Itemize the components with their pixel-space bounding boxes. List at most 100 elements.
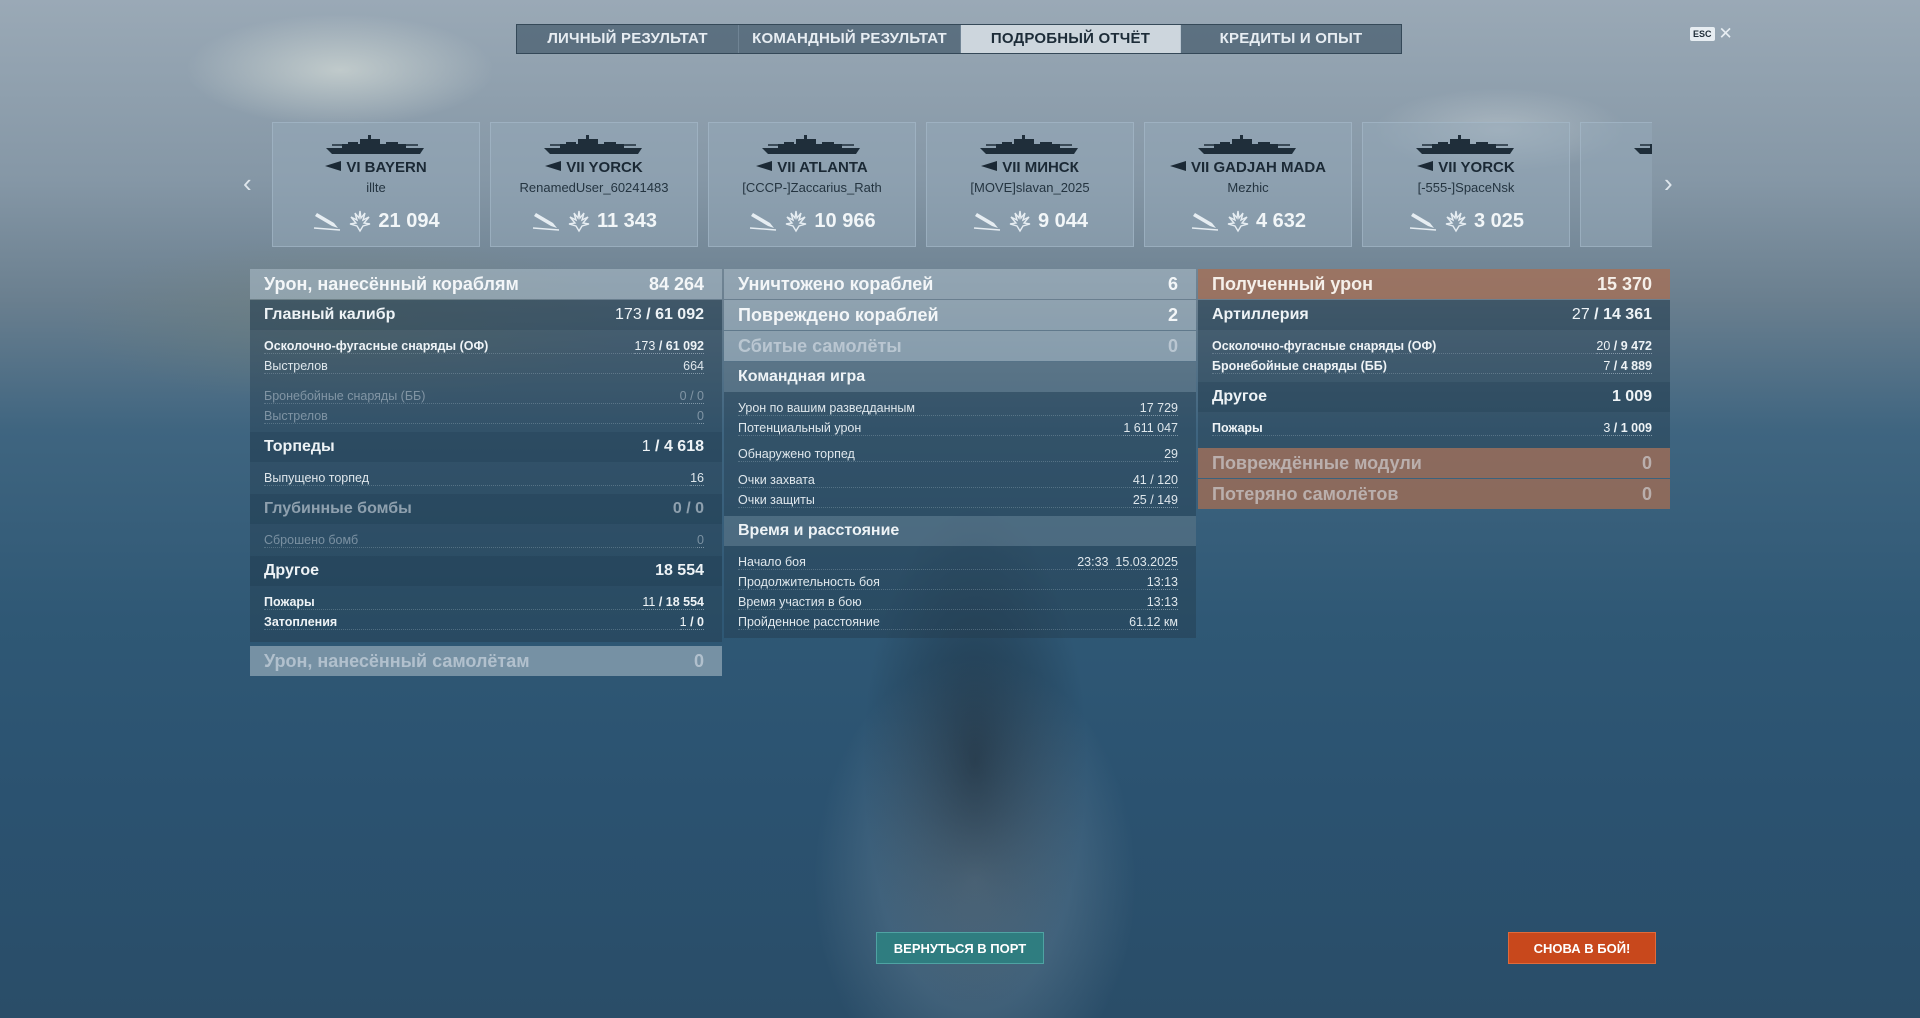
planes-lost-label: Потеряно самолётов — [1212, 483, 1399, 504]
ship-damage-value: 11 343 — [596, 209, 658, 232]
tab-team-result[interactable]: КОМАНДНЫЙ РЕЗУЛЬТАТ — [739, 25, 961, 53]
shell-icon — [1190, 210, 1220, 232]
esc-key-icon: ESC — [1690, 27, 1715, 41]
fires-value: 11 / 18 554 — [642, 594, 704, 610]
carousel-next-arrow[interactable]: › — [1664, 170, 1673, 196]
player-name: [-555-]SpaceNsk — [1417, 180, 1515, 195]
damage-received-label: Полученный урон — [1212, 273, 1373, 294]
tab-credits-xp[interactable]: КРЕДИТЫ И ОПЫТ — [1181, 25, 1401, 53]
bombs-dropped-row: Сброшено бомб 0 — [250, 530, 722, 550]
planes-shot-label: Сбитые самолёты — [738, 335, 902, 356]
ship-silhouette-icon — [324, 134, 428, 156]
distance-row: Пройденное расстояние 61.12 км — [724, 612, 1196, 632]
ship-carousel: VI BAYERN illte 21 094 VII YORCK RenamedUser… — [272, 122, 1652, 248]
ship-card[interactable]: VII YORCK RenamedUser_60241483 11 343 — [490, 122, 698, 247]
damage-received-value: 15 370 — [1596, 273, 1652, 294]
ship-card[interactable]: VII YORCK [-555-]SpaceNsk 3 025 — [1362, 122, 1570, 247]
ship-name: VII YORCK — [1363, 159, 1569, 176]
teamplay-header: Командная игра — [724, 362, 1196, 392]
damage-to-ships-value: 84 264 — [648, 273, 704, 294]
artillery-row: Артиллерия 27 / 14 361 — [1198, 300, 1670, 330]
planes-lost-value: 0 — [1641, 483, 1652, 504]
damaged-modules-label: Повреждённые модули — [1212, 452, 1422, 473]
battle-start-value: 23:33 15.03.2025 — [1077, 554, 1178, 570]
shell-icon — [1651, 210, 1652, 232]
damage-to-ships-header: Урон, нанесённый кораблям 84 264 — [250, 269, 722, 299]
capture-points-value: 41 / 120 — [1132, 472, 1178, 488]
ship-damage: 21 094 — [273, 209, 479, 233]
received-he-label: Осколочно-фугасные снаряды (ОФ) — [1212, 339, 1437, 353]
ship-card[interactable]: VII МИНСК [MOVE]slavan_2025 9 044 — [926, 122, 1134, 247]
fires-row: Пожары 11 / 18 554 — [250, 592, 722, 612]
ship-name-text: VII GADJAH MADA — [1190, 159, 1326, 176]
battle-start-row: Начало боя 23:33 15.03.2025 — [724, 552, 1196, 572]
close-icon: ✕ — [1718, 24, 1733, 43]
return-to-port-button[interactable]: ВЕРНУТЬСЯ В ПОРТ — [876, 932, 1044, 964]
depth-charges-value: 0 / 0 — [672, 500, 704, 517]
planes-shot-value: 0 — [1167, 335, 1178, 356]
ap-shells-value: 0 / 0 — [679, 388, 704, 404]
damage-burst-icon — [1444, 209, 1468, 233]
distance-value: 61.12 км — [1129, 614, 1178, 630]
other-damage-value: 18 554 — [655, 562, 704, 579]
tab-personal-result[interactable]: ЛИЧНЫЙ РЕЗУЛЬТАТ — [517, 25, 739, 53]
ap-shots-row: Выстрелов 0 — [250, 406, 722, 426]
spotting-damage-row: Урон по вашим разведданным 17 729 — [724, 398, 1196, 418]
torpedoes-value: 1 / 4 618 — [641, 438, 704, 455]
ap-shots-label: Выстрелов — [264, 409, 328, 423]
ship-silhouette-icon — [760, 134, 864, 156]
ship-damage: 10 966 — [709, 209, 915, 233]
player-name: illte — [366, 180, 386, 195]
damage-to-planes-header: Урон, нанесённый самолётам 0 — [250, 646, 722, 676]
ship-name: VII YORCK — [491, 159, 697, 176]
torpedoes-fired-label: Выпущено торпед — [264, 471, 369, 485]
depth-charges-label: Глубинные бомбы — [264, 500, 412, 517]
participation-time-value: 13:13 — [1146, 594, 1178, 610]
team-stats-panel: Уничтожено кораблей 6 Повреждено корабле… — [724, 269, 1196, 638]
carousel-prev-arrow[interactable]: ‹ — [243, 170, 252, 196]
tab-detailed-report[interactable]: ПОДРОБНЫЙ ОТЧЁТ — [961, 25, 1181, 53]
ap-shells-label: Бронебойные снаряды (ББ) — [264, 389, 426, 403]
ship-damage-value: 21 094 — [378, 209, 440, 232]
damage-burst-icon — [567, 209, 591, 233]
main-caliber-row: Главный калибр 173 / 61 092 — [250, 300, 722, 330]
planes-lost-row: Потеряно самолётов 0 — [1198, 479, 1670, 509]
ship-name-text: VII YORCK — [566, 159, 643, 176]
ship-name: VI BAYERN — [273, 159, 479, 176]
ships-destroyed-row: Уничтожено кораблей 6 — [724, 269, 1196, 299]
ship-card[interactable]: VII ATLANTA [CCCP-]Zaccarius_Rath 10 966 — [708, 122, 916, 247]
teamplay-label: Командная игра — [738, 368, 866, 385]
player-name: [MOVE]slavan_2025 — [970, 180, 1090, 195]
ship-name: VII МИНСК — [927, 159, 1133, 176]
nation-flag-icon — [756, 161, 773, 171]
damage-dealt-panel: Урон, нанесённый кораблям 84 264 Главный… — [250, 269, 722, 677]
battle-again-button[interactable]: СНОВА В БОЙ! — [1508, 932, 1656, 964]
received-other-row: Другое 1 009 — [1198, 382, 1670, 412]
capture-points-label: Очки захвата — [738, 473, 815, 487]
ship-damage: 9 044 — [927, 209, 1133, 233]
ship-damage-value: 9 044 — [1037, 209, 1089, 232]
ship-card[interactable]: VI BAYERN illte 21 094 — [272, 122, 480, 247]
capture-points-row: Очки захвата 41 / 120 — [724, 470, 1196, 490]
ship-card[interactable]: VII GADJAH MADA Mezhic 4 632 — [1144, 122, 1352, 247]
artillery-value: 27 / 14 361 — [1571, 306, 1652, 323]
ship-silhouette-icon — [1414, 134, 1518, 156]
main-caliber-value: 173 / 61 092 — [615, 306, 704, 323]
ship-name-text: VII YORCK — [1438, 159, 1515, 176]
ship-silhouette-icon — [542, 134, 646, 156]
ship-name: V — [1581, 159, 1652, 176]
nation-flag-icon — [981, 161, 998, 171]
nation-flag-icon — [1169, 161, 1186, 171]
main-caliber-label: Главный калибр — [264, 306, 396, 323]
fires-label: Пожары — [264, 595, 315, 609]
he-shots-value: 664 — [683, 358, 704, 374]
ap-shells-row: Бронебойные снаряды (ББ) 0 / 0 — [250, 386, 722, 406]
ships-destroyed-label: Уничтожено кораблей — [738, 273, 934, 294]
ship-card[interactable]: V — [1580, 122, 1652, 247]
defense-points-value: 25 / 149 — [1132, 492, 1178, 508]
potential-damage-value: 1 611 047 — [1123, 420, 1178, 436]
planes-shot-row: Сбитые самолёты 0 — [724, 331, 1196, 361]
close-button[interactable]: ESC ✕ — [1690, 24, 1733, 43]
potential-damage-label: Потенциальный урон — [738, 421, 862, 435]
received-fires-row: Пожары 3 / 1 009 — [1198, 418, 1670, 438]
